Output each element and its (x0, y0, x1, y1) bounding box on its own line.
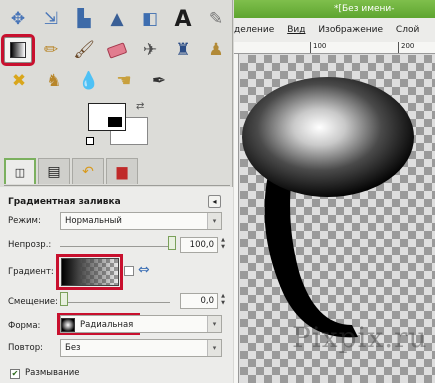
opacity-spinner[interactable]: ▲ ▼ (219, 237, 227, 253)
opacity-field[interactable]: 100,0 (180, 237, 218, 253)
align-icon[interactable]: ✥ (4, 6, 32, 32)
repeat-label: Повтор: (8, 343, 44, 353)
offset-slider[interactable] (60, 292, 170, 306)
heal-icon[interactable]: ✖ (4, 68, 34, 94)
device-icon: ▤ (47, 163, 61, 180)
reverse-gradient-icon[interactable]: ⇔ (138, 262, 150, 278)
brush-stroke-tail (264, 175, 358, 338)
image-canvas[interactable]: Pixpix.ru (240, 55, 435, 383)
blur-icon[interactable]: 💧 (74, 68, 104, 94)
mode-label: Режим: (8, 216, 41, 226)
text-icon[interactable]: A (169, 6, 197, 32)
repeat-value: Без (65, 343, 81, 353)
gradient-label: Градиент: (8, 267, 54, 277)
radial-shape-icon (61, 318, 75, 332)
menu-bar: деление Вид Изображение Слой (234, 18, 435, 42)
radial-gradient-shape (242, 77, 414, 197)
tab-tool-options[interactable]: ◫ (4, 158, 36, 184)
undo-icon: ↶ (82, 163, 94, 180)
images-icon: ▆ (116, 163, 128, 180)
chevron-down-icon: ▾ (207, 213, 221, 229)
shape-label: Форма: (8, 321, 41, 331)
dithering-checkbox[interactable]: ✔ (10, 369, 20, 379)
panel-menu-icon[interactable]: ◂ (208, 195, 221, 208)
picker-icon[interactable]: ✎ (202, 6, 230, 32)
tool-grid: ✥ ⇲ ▙ ▲ ◧ A ✎ ✏ 🖌 ✈ ♜ ♟ ✖ ♞ 💧 ☚ ✒ (0, 6, 230, 99)
crop-icon[interactable]: ▙ (70, 6, 98, 32)
offset-label: Смещение: (8, 297, 58, 307)
color-swatches: ⇄ (86, 101, 150, 151)
perspective-clone-icon[interactable]: ♞ (39, 68, 69, 94)
swap-colors-icon[interactable]: ⇄ (136, 101, 144, 112)
menu-select[interactable]: деление (234, 25, 274, 35)
paintbrush-icon[interactable]: 🖌 (70, 37, 98, 63)
smudge-icon[interactable]: ☚ (109, 68, 139, 94)
dodge-icon[interactable]: ✒ (144, 68, 174, 94)
gradient-preview[interactable] (61, 258, 119, 286)
ink-icon[interactable]: ♜ (169, 37, 197, 63)
horizontal-ruler[interactable]: 100 200 (234, 42, 435, 54)
menu-view[interactable]: Вид (287, 25, 305, 35)
chevron-down-icon: ▾ (207, 316, 221, 332)
dithering-label: Размывание (25, 368, 80, 378)
airbrush-icon[interactable]: ✈ (136, 37, 164, 63)
offset-field[interactable]: 0,0 (180, 293, 218, 309)
repeat-select[interactable]: Без ▾ (60, 339, 222, 357)
image-window: *[Без имени- деление Вид Изображение Сло… (234, 0, 435, 383)
opacity-slider-handle[interactable] (168, 236, 176, 250)
tab-images[interactable]: ▆ (106, 158, 138, 184)
clone-icon[interactable]: ♟ (202, 37, 230, 63)
panel-title: Градиентная заливка (8, 197, 121, 207)
watermark: Pixpix.ru (292, 321, 428, 354)
shape-value: Радиальная (80, 320, 134, 330)
dock-tabs: ◫ ▤ ↶ ▆ (4, 158, 230, 186)
tool-options-icon: ◫ (14, 165, 26, 179)
ruler-mark: 200 (398, 42, 414, 53)
mode-select[interactable]: Нормальный ▾ (60, 212, 222, 230)
tab-device-status[interactable]: ▤ (38, 158, 70, 184)
mode-value: Нормальный (65, 216, 122, 226)
foreground-color[interactable] (88, 103, 126, 131)
tab-undo-history[interactable]: ↶ (72, 158, 104, 184)
offset-slider-handle[interactable] (60, 292, 68, 306)
window-title: *[Без имени- (234, 0, 435, 18)
toolbox: ✥ ⇲ ▙ ▲ ◧ A ✎ ✏ 🖌 ✈ ♜ ♟ ✖ ♞ 💧 ☚ ✒ ⇄ ◫ ▤ … (0, 0, 233, 383)
ruler-mark: 100 (310, 42, 326, 53)
flip-icon[interactable]: ◧ (136, 6, 164, 32)
gradient-icon[interactable] (0, 34, 36, 66)
transform-icon[interactable]: ▲ (103, 6, 131, 32)
reset-colors-icon[interactable] (86, 137, 94, 145)
reverse-checkbox[interactable] (124, 266, 134, 276)
chevron-down-icon: ▾ (207, 340, 221, 356)
menu-image[interactable]: Изображение (318, 25, 383, 35)
eraser-icon[interactable] (103, 37, 131, 63)
pencil-icon[interactable]: ✏ (37, 37, 65, 63)
offset-spinner[interactable]: ▲ ▼ (219, 293, 227, 309)
vertical-ruler[interactable] (234, 54, 239, 383)
move-icon[interactable]: ⇲ (37, 6, 65, 32)
opacity-slider[interactable] (60, 236, 176, 250)
menu-layer[interactable]: Слой (396, 25, 419, 35)
opacity-label: Непрозр.: (8, 240, 52, 250)
